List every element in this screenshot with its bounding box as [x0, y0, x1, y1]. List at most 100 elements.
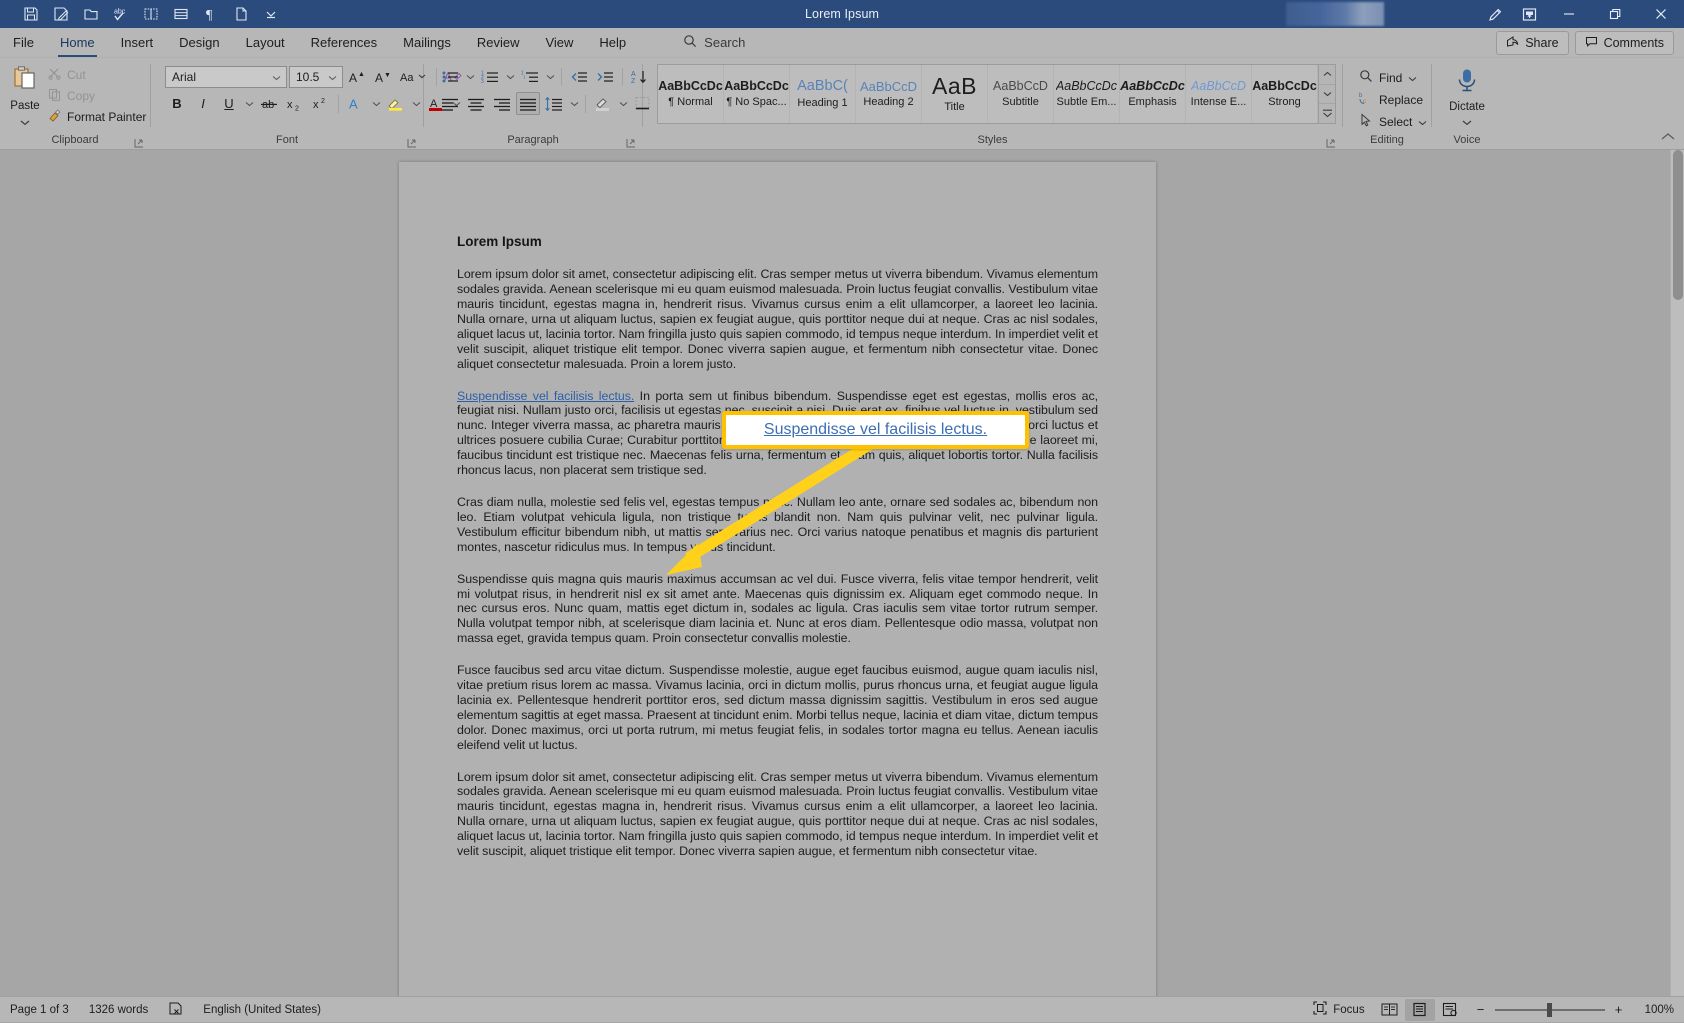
shading-chevron-down-icon[interactable]	[617, 92, 629, 115]
share-button[interactable]: Share	[1496, 30, 1569, 55]
tab-design[interactable]: Design	[166, 28, 232, 57]
grow-font-button[interactable]: A ▲	[345, 65, 369, 88]
find-button[interactable]: Find	[1355, 68, 1431, 87]
comments-button[interactable]: Comments	[1574, 30, 1674, 55]
zoom-out-button[interactable]: −	[1475, 1002, 1487, 1017]
paste-chevron-down-icon[interactable]	[20, 113, 30, 131]
styles-scroll-down-button[interactable]	[1319, 84, 1335, 105]
chevron-down-icon[interactable]	[269, 70, 284, 84]
multilevel-list-button[interactable]: 1i	[518, 65, 542, 88]
style-item-normal[interactable]: AaBbCcDc ¶ Normal	[658, 65, 724, 123]
tab-layout[interactable]: Layout	[233, 28, 298, 57]
tab-references[interactable]: References	[298, 28, 390, 57]
document-hyperlink[interactable]: Suspendisse vel facilisis lectus.	[457, 389, 634, 403]
find-chevron-down-icon[interactable]	[1408, 71, 1417, 85]
justify-button[interactable]	[516, 92, 540, 115]
strikethrough-button[interactable]: ab	[257, 92, 281, 115]
vertical-scrollbar[interactable]	[1670, 150, 1684, 996]
scrollbar-thumb[interactable]	[1673, 150, 1683, 300]
increase-indent-button[interactable]	[593, 65, 617, 88]
format-painter-button[interactable]: Format Painter	[44, 108, 150, 126]
italic-button[interactable]: I	[191, 92, 215, 115]
zoom-thumb[interactable]	[1546, 1002, 1552, 1017]
text-effects-chevron-down-icon[interactable]	[370, 92, 382, 115]
language-indicator[interactable]: English (United States)	[193, 997, 331, 1023]
copy-button[interactable]: Copy	[44, 87, 150, 105]
underline-button[interactable]: U	[217, 92, 241, 115]
zoom-level-button[interactable]: 100%	[1635, 1004, 1684, 1016]
styles-dialog-launcher[interactable]	[1325, 136, 1337, 148]
page-indicator[interactable]: Page 1 of 3	[0, 997, 79, 1023]
document-page[interactable]: Lorem Ipsum Lorem ipsum dolor sit amet, …	[399, 162, 1156, 996]
styles-scroll-up-button[interactable]	[1319, 65, 1335, 85]
chevron-down-icon[interactable]	[325, 70, 340, 84]
paragraph-dialog-launcher[interactable]	[625, 136, 637, 148]
save-icon[interactable]	[16, 2, 46, 26]
word-count[interactable]: 1326 words	[79, 997, 158, 1023]
print-layout-button[interactable]	[1404, 998, 1435, 1021]
style-item-strong[interactable]: AaBbCcDc Strong	[1252, 65, 1318, 123]
subscript-button[interactable]: x2	[283, 92, 307, 115]
styles-more-button[interactable]	[1319, 104, 1335, 124]
style-item-heading-1[interactable]: AaBbC( Heading 1	[790, 65, 856, 123]
numbering-button[interactable]: 123	[478, 65, 502, 88]
highlight-chevron-down-icon[interactable]	[410, 92, 422, 115]
cut-button[interactable]: Cut	[44, 66, 150, 84]
superscript-button[interactable]: x2	[309, 92, 333, 115]
font-size-combo[interactable]: 10.5	[289, 65, 343, 88]
tab-review[interactable]: Review	[464, 28, 533, 57]
paragraph-marks-icon[interactable]: ¶	[196, 2, 226, 26]
tab-view[interactable]: View	[532, 28, 586, 57]
print-preview-icon[interactable]	[136, 2, 166, 26]
ribbon-display-options-icon[interactable]	[1512, 0, 1546, 28]
line-spacing-chevron-down-icon[interactable]	[568, 92, 580, 115]
search-box[interactable]: Search	[673, 28, 755, 57]
dictate-chevron-down-icon[interactable]	[1462, 113, 1472, 131]
close-button[interactable]	[1638, 0, 1684, 28]
style-item-no-spacing[interactable]: AaBbCcDc ¶ No Spac...	[724, 65, 790, 123]
tab-file[interactable]: File	[0, 28, 47, 57]
zoom-track[interactable]	[1494, 1002, 1605, 1017]
numbering-chevron-down-icon[interactable]	[504, 65, 516, 88]
tab-mailings[interactable]: Mailings	[390, 28, 464, 57]
font-dialog-launcher[interactable]	[406, 136, 418, 148]
replace-button[interactable]: bc Replace	[1355, 90, 1431, 109]
new-doc-icon[interactable]	[226, 2, 256, 26]
table-icon[interactable]	[166, 2, 196, 26]
bullets-chevron-down-icon[interactable]	[464, 65, 476, 88]
autosave-icon[interactable]	[46, 2, 76, 26]
align-left-button[interactable]	[438, 92, 462, 115]
align-right-button[interactable]	[490, 92, 514, 115]
read-mode-button[interactable]	[1375, 999, 1405, 1021]
tab-insert[interactable]: Insert	[108, 28, 167, 57]
style-item-subtle-emphasis[interactable]: AaBbCcDc Subtle Em...	[1054, 65, 1120, 123]
paste-button[interactable]: Paste	[10, 62, 40, 131]
style-item-subtitle[interactable]: AaBbCcD Subtitle	[988, 65, 1054, 123]
select-chevron-down-icon[interactable]	[1418, 115, 1427, 129]
bullets-button[interactable]	[438, 65, 462, 88]
customize-qat-icon[interactable]	[256, 2, 286, 26]
shading-button[interactable]	[591, 92, 615, 115]
tab-help[interactable]: Help	[586, 28, 639, 57]
web-layout-button[interactable]	[1435, 999, 1465, 1021]
style-item-title[interactable]: AaB Title	[922, 65, 988, 123]
focus-mode-button[interactable]: Focus	[1303, 997, 1374, 1023]
multilevel-chevron-down-icon[interactable]	[544, 65, 556, 88]
decrease-indent-button[interactable]	[567, 65, 591, 88]
zoom-in-button[interactable]: +	[1613, 1002, 1625, 1017]
bold-button[interactable]: B	[165, 92, 189, 115]
proofing-status-button[interactable]	[158, 997, 193, 1023]
pen-icon[interactable]	[1478, 0, 1512, 28]
line-spacing-button[interactable]	[542, 92, 566, 115]
open-icon[interactable]	[76, 2, 106, 26]
highlight-color-button[interactable]	[384, 92, 408, 115]
collapse-ribbon-button[interactable]	[1660, 129, 1676, 145]
select-button[interactable]: Select	[1355, 112, 1431, 131]
tab-home[interactable]: Home	[47, 28, 108, 57]
style-item-intense-emphasis[interactable]: AaBbCcD Intense E...	[1186, 65, 1252, 123]
minimize-button[interactable]	[1546, 0, 1592, 28]
zoom-slider[interactable]: − +	[1465, 1002, 1635, 1017]
underline-chevron-down-icon[interactable]	[243, 92, 255, 115]
style-item-emphasis[interactable]: AaBbCcDc Emphasis	[1120, 65, 1186, 123]
spelling-icon[interactable]: abc	[106, 2, 136, 26]
